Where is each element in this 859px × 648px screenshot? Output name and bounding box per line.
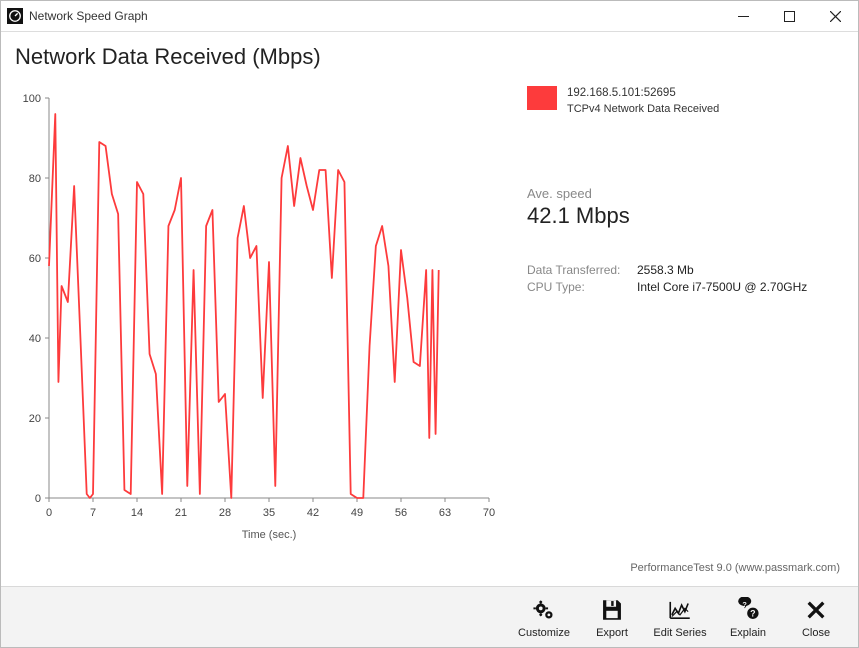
chart-icon xyxy=(667,595,693,625)
cpu-type-label: CPU Type: xyxy=(527,280,637,294)
titlebar: Network Speed Graph xyxy=(1,1,858,32)
minimize-button[interactable] xyxy=(720,1,766,31)
svg-text:100: 100 xyxy=(23,93,41,105)
chart-plot: 0 20 40 60 80 100 0 7 14 21 28 35 42 49 56 63 70 Time (… xyxy=(9,78,509,558)
close-icon xyxy=(803,595,829,625)
close-label: Close xyxy=(802,627,830,639)
legend-swatch xyxy=(527,86,557,110)
svg-text:56: 56 xyxy=(395,507,407,519)
content-area: Network Data Received (Mbps) 0 20 40 60 80 10… xyxy=(1,32,858,586)
legend-entry: 192.168.5.101:52695 TCPv4 Network Data R… xyxy=(527,86,847,116)
edit-series-label: Edit Series xyxy=(653,627,706,639)
app-window: Network Speed Graph Network Data Receive… xyxy=(0,0,859,648)
export-label: Export xyxy=(596,627,628,639)
svg-text:28: 28 xyxy=(219,507,231,519)
legend-line2: TCPv4 Network Data Received xyxy=(567,102,719,117)
maximize-button[interactable] xyxy=(766,1,812,31)
cpu-type-value: Intel Core i7-7500U @ 2.70GHz xyxy=(637,280,847,294)
svg-text:0: 0 xyxy=(46,507,52,519)
explain-icon: ?? xyxy=(735,595,761,625)
avg-speed-value: 42.1 Mbps xyxy=(527,203,847,229)
data-transferred-label: Data Transferred: xyxy=(527,263,637,277)
save-icon xyxy=(599,595,625,625)
svg-text:20: 20 xyxy=(29,413,41,425)
close-button[interactable]: Close xyxy=(782,589,850,645)
svg-text:42: 42 xyxy=(307,507,319,519)
explain-label: Explain xyxy=(730,627,766,639)
svg-text:60: 60 xyxy=(29,253,41,265)
export-button[interactable]: Export xyxy=(578,589,646,645)
avg-speed-label: Ave. speed xyxy=(527,186,847,201)
app-icon xyxy=(7,8,23,24)
svg-text:21: 21 xyxy=(175,507,187,519)
svg-text:40: 40 xyxy=(29,333,41,345)
close-window-button[interactable] xyxy=(812,1,858,31)
svg-text:14: 14 xyxy=(131,507,143,519)
chart-title: Network Data Received (Mbps) xyxy=(15,44,850,70)
svg-text:0: 0 xyxy=(35,493,41,505)
svg-text:80: 80 xyxy=(29,173,41,185)
customize-label: Customize xyxy=(518,627,570,639)
svg-text:70: 70 xyxy=(483,507,495,519)
svg-text:?: ? xyxy=(750,609,755,619)
svg-text:Time (sec.): Time (sec.) xyxy=(242,529,297,541)
explain-button[interactable]: ?? Explain xyxy=(714,589,782,645)
window-title: Network Speed Graph xyxy=(29,9,148,23)
svg-text:63: 63 xyxy=(439,507,451,519)
side-panel: 192.168.5.101:52695 TCPv4 Network Data R… xyxy=(527,86,847,294)
data-transferred-value: 2558.3 Mb xyxy=(637,263,847,277)
edit-series-button[interactable]: Edit Series xyxy=(646,589,714,645)
svg-text:49: 49 xyxy=(351,507,363,519)
footer-note: PerformanceTest 9.0 (www.passmark.com) xyxy=(630,562,840,574)
toolbar: Customize Export Edit Series ?? Explain … xyxy=(1,586,858,647)
gears-icon xyxy=(531,595,557,625)
customize-button[interactable]: Customize xyxy=(510,589,578,645)
svg-text:35: 35 xyxy=(263,507,275,519)
legend-line1: 192.168.5.101:52695 xyxy=(567,86,719,102)
svg-text:?: ? xyxy=(742,600,747,609)
svg-text:7: 7 xyxy=(90,507,96,519)
